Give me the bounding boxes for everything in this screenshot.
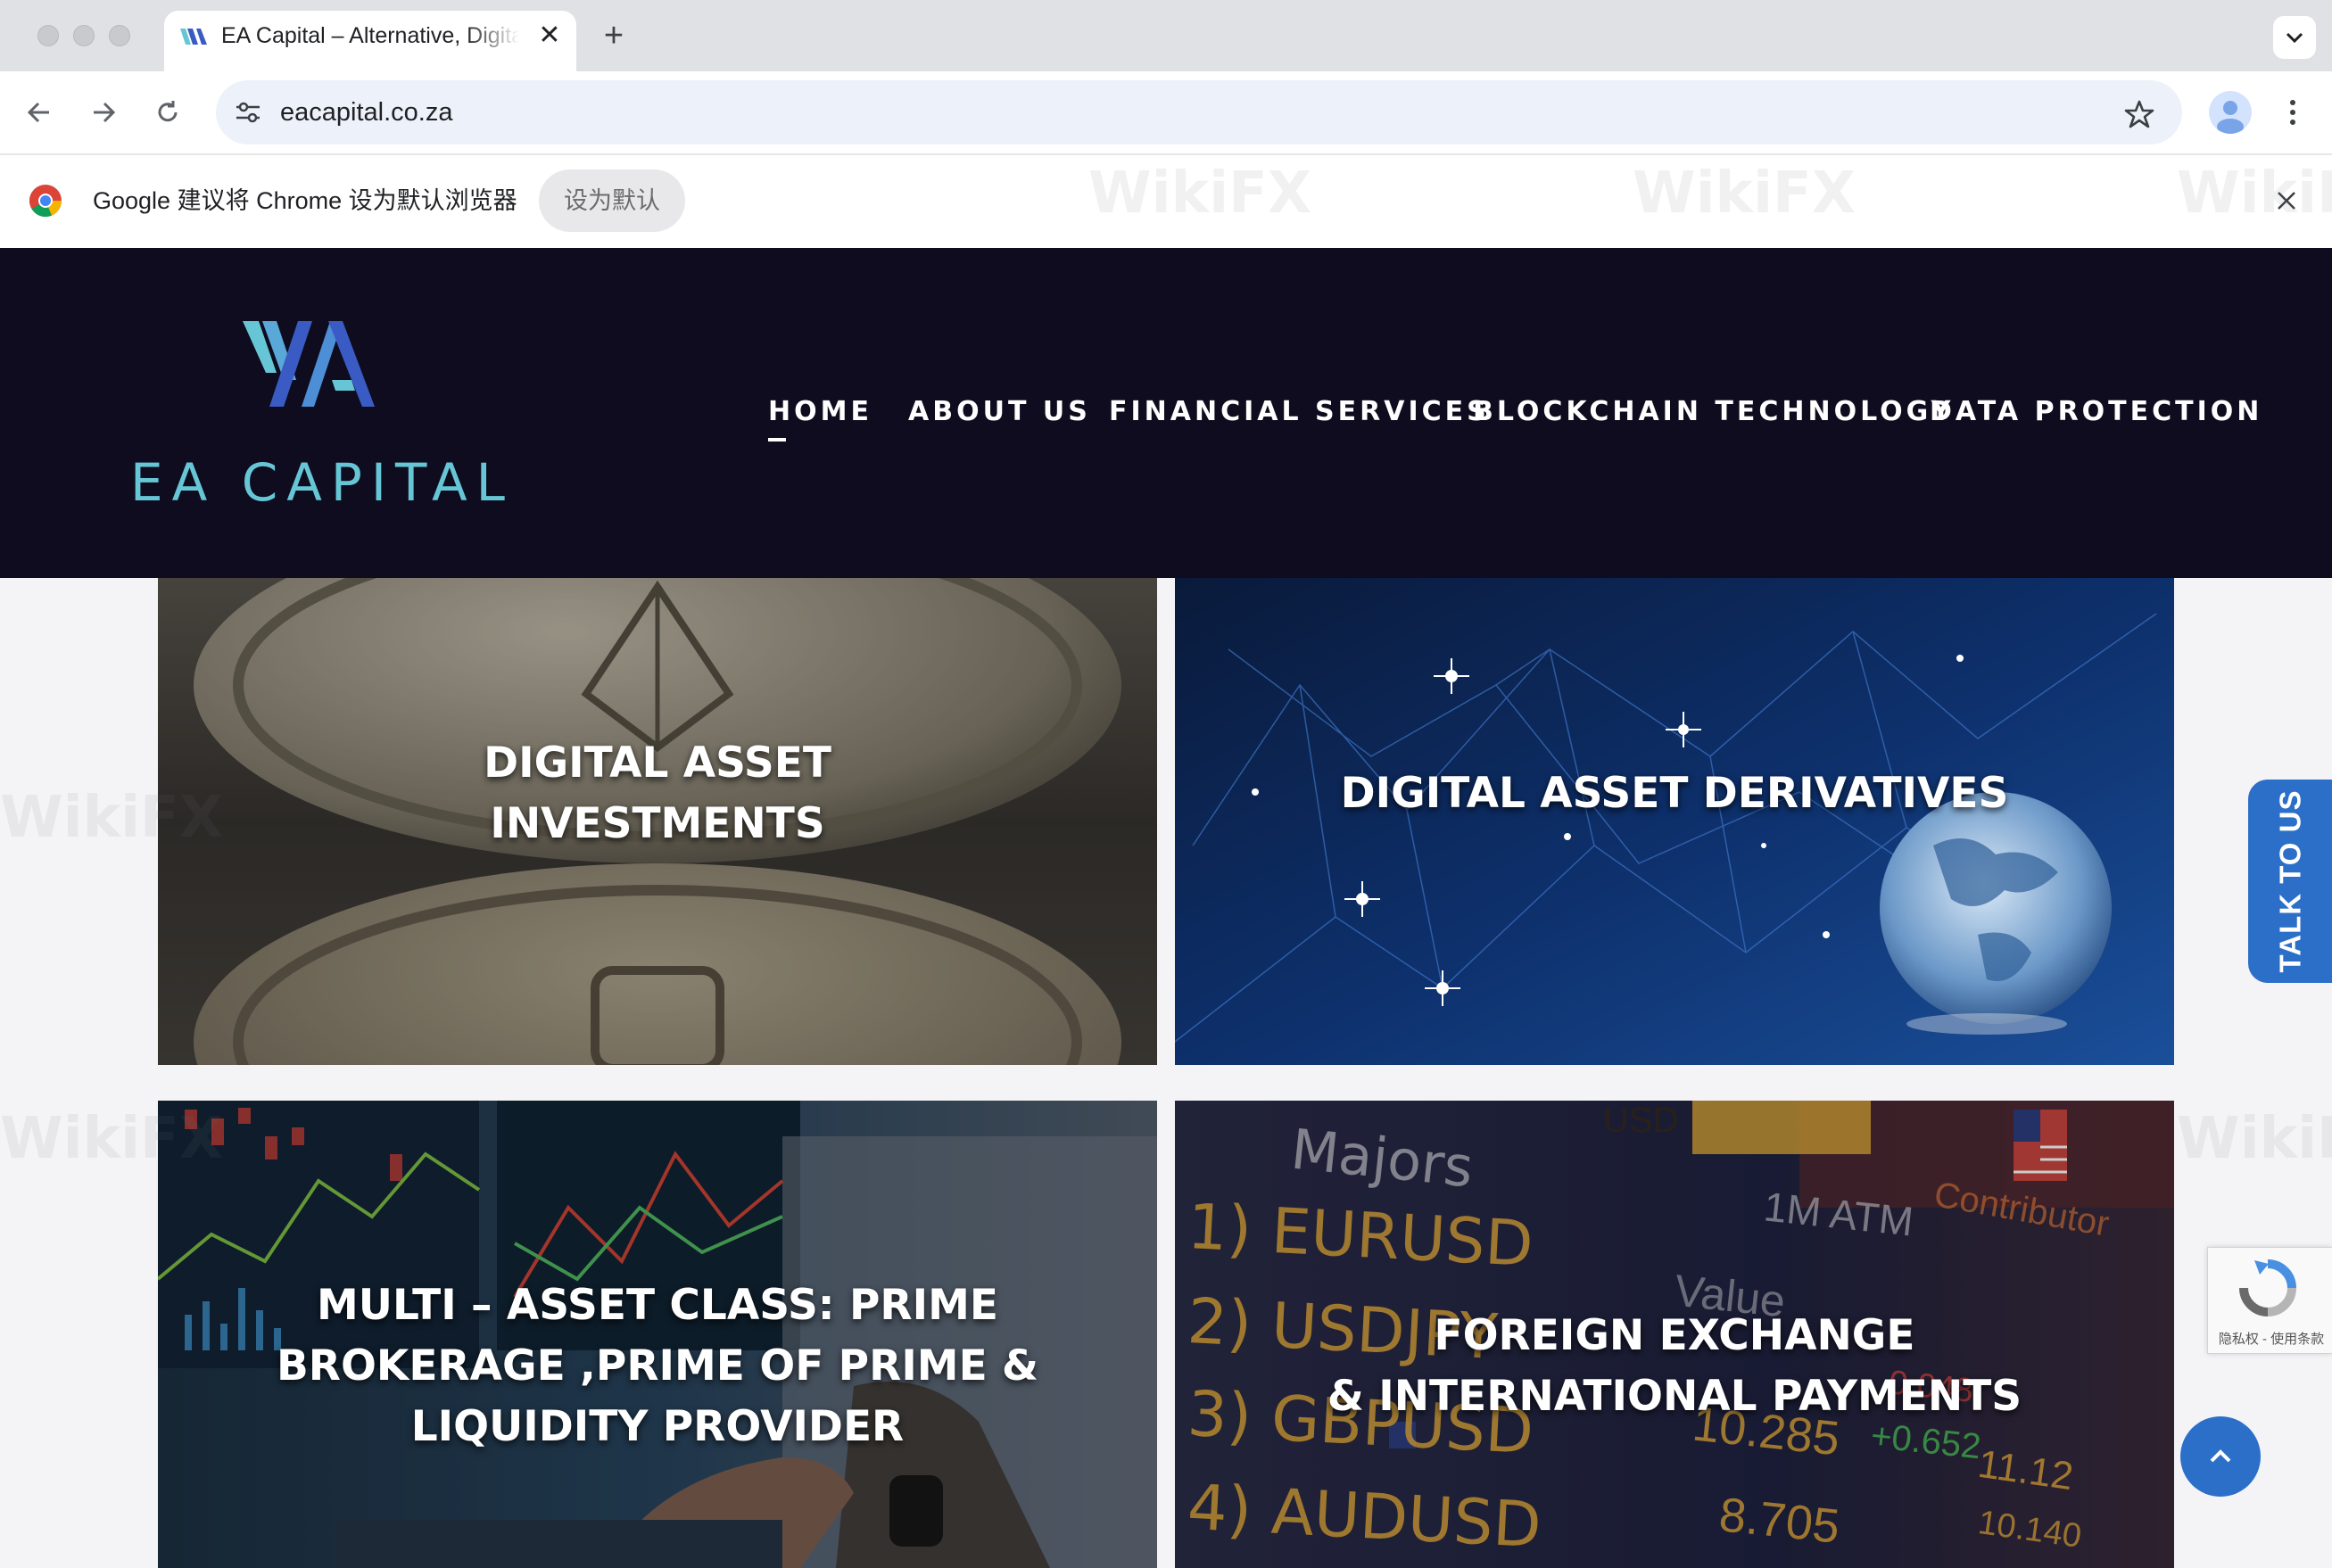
nav-data-protection[interactable]: DATA PROTECTION bbox=[1930, 392, 2262, 432]
recaptcha-links[interactable]: 隐私权 - 使用条款 bbox=[2211, 1329, 2332, 1350]
profile-avatar[interactable] bbox=[2209, 91, 2252, 134]
forward-button[interactable] bbox=[82, 91, 125, 134]
arrow-left-icon bbox=[27, 102, 49, 123]
tab-title: EA Capital – Alternative, Digital Asset … bbox=[221, 23, 519, 48]
nav-about-us[interactable]: ABOUT US bbox=[908, 392, 1091, 432]
tune-icon bbox=[236, 102, 260, 123]
back-button[interactable] bbox=[18, 91, 61, 134]
card-prime-brokerage[interactable]: MULTI – ASSET CLASS: PRIME BROKERAGE ,PR… bbox=[158, 1101, 1157, 1568]
reload-button[interactable] bbox=[146, 91, 189, 134]
scroll-to-top-button[interactable] bbox=[2180, 1416, 2261, 1497]
address-bar[interactable] bbox=[216, 80, 2182, 144]
ea-capital-logo-icon[interactable] bbox=[243, 318, 376, 410]
reload-icon bbox=[158, 101, 178, 122]
card-title-line: FOREIGN EXCHANGE bbox=[1434, 1311, 1915, 1360]
nav-financial-services[interactable]: FINANCIAL SERVICES bbox=[1109, 392, 1490, 432]
watermark: WikiFX bbox=[0, 785, 224, 851]
watermark: WikiFX bbox=[2177, 161, 2332, 227]
card-title-line: LIQUIDITY PROVIDER bbox=[410, 1402, 905, 1451]
card-title-line: DIGITAL ASSET bbox=[484, 739, 831, 788]
site-info-button[interactable] bbox=[228, 93, 268, 132]
star-icon bbox=[2124, 100, 2154, 128]
watermark: WikiFX bbox=[1088, 161, 1312, 227]
new-tab-button[interactable]: + bbox=[594, 16, 633, 55]
window-minimize-control[interactable] bbox=[73, 25, 95, 46]
card-digital-asset-investments[interactable]: DIGITAL ASSET INVESTMENTS bbox=[158, 578, 1157, 1065]
arrow-right-icon bbox=[94, 102, 116, 123]
window-zoom-control[interactable] bbox=[109, 25, 130, 46]
card-title-line: INVESTMENTS bbox=[490, 799, 825, 848]
watermark: WikiFX bbox=[1633, 161, 1857, 227]
card-title-line: DIGITAL ASSET DERIVATIVES bbox=[1340, 769, 2009, 818]
card-digital-asset-derivatives[interactable]: DIGITAL ASSET DERIVATIVES bbox=[1175, 578, 2174, 1065]
nav-home[interactable]: HOME bbox=[768, 392, 872, 432]
card-title-line: BROKERAGE ,PRIME OF PRIME & bbox=[276, 1341, 1039, 1391]
card-title-line: MULTI – ASSET CLASS: PRIME bbox=[317, 1281, 998, 1330]
card-foreign-exchange[interactable]: Majors 1) EURUSD 2) USDJPY 3) GBPUSD 4) … bbox=[1175, 1101, 2174, 1568]
set-default-button[interactable]: 设为默认 bbox=[539, 169, 685, 232]
chevron-up-icon bbox=[2210, 1449, 2231, 1463]
infobar-message: Google 建议将 Chrome 设为默认浏览器 bbox=[93, 187, 517, 214]
window-close-control[interactable] bbox=[37, 25, 59, 46]
more-vertical-icon bbox=[2290, 100, 2295, 125]
tab-search-button[interactable] bbox=[2273, 16, 2316, 59]
browser-menu-button[interactable] bbox=[2271, 91, 2314, 134]
nav-blockchain-technology[interactable]: BLOCKCHAIN TECHNOLOGY bbox=[1473, 392, 1954, 432]
person-icon bbox=[2217, 101, 2244, 134]
bookmark-button[interactable] bbox=[2118, 93, 2161, 136]
card-title-line: & INTERNATIONAL PAYMENTS bbox=[1327, 1372, 2022, 1421]
nav-active-indicator bbox=[768, 438, 786, 442]
chevron-down-icon bbox=[2286, 32, 2303, 44]
logo-wordmark[interactable]: EA CAPITAL bbox=[130, 451, 514, 514]
watermark: WikiFX bbox=[2177, 1106, 2332, 1172]
site-favicon-icon bbox=[180, 29, 207, 45]
talk-to-us-label[interactable]: TALK TO US bbox=[2250, 780, 2330, 983]
chrome-logo-icon bbox=[29, 185, 62, 218]
recaptcha-icon bbox=[2239, 1259, 2296, 1316]
url-text[interactable]: eacapital.co.za bbox=[280, 95, 452, 130]
watermark: WikiFX bbox=[0, 1106, 224, 1172]
tab-close-icon[interactable]: ✕ bbox=[532, 20, 567, 52]
